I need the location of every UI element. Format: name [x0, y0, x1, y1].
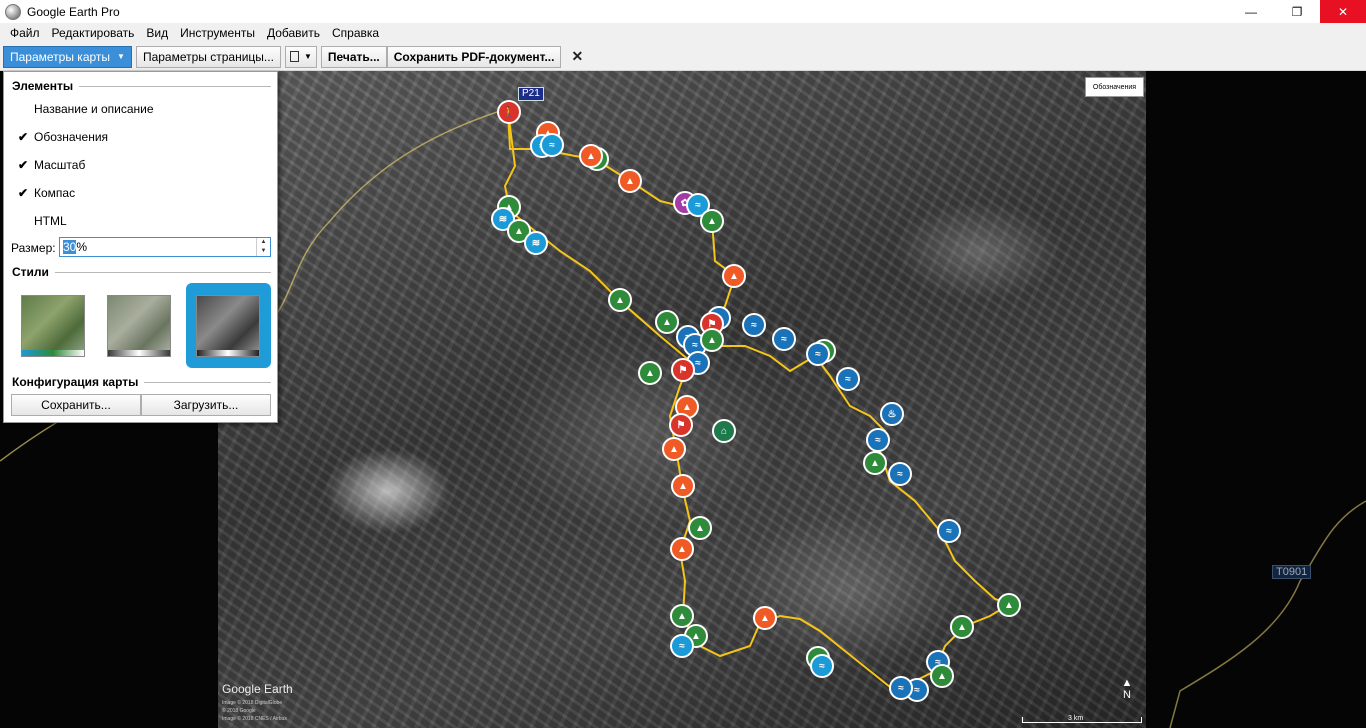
mountain-icon[interactable]: ▲ [618, 169, 642, 193]
minimize-button[interactable]: — [1228, 0, 1274, 23]
menu-help[interactable]: Справка [326, 23, 385, 43]
compass: ▲ N [1120, 677, 1134, 701]
print-button[interactable]: Печать... [320, 45, 387, 68]
style-thumb-bar [22, 350, 84, 356]
config-heading: Конфигурация карты [12, 375, 271, 389]
menu-bar: Файл Редактировать Вид Инструменты Добав… [0, 23, 1366, 43]
google-earth-icon [5, 3, 21, 20]
option-html[interactable]: HTML [34, 214, 67, 228]
mountain-icon[interactable]: ▲ [671, 474, 695, 498]
config-heading-text: Конфигурация карты [12, 375, 139, 389]
print-toolbar: Параметры карты ▼ Параметры страницы... … [0, 43, 1366, 71]
style-thumb-bar [108, 350, 170, 356]
google-earth-logo: Google Earth [222, 682, 293, 696]
water-icon[interactable]: ≈ [810, 654, 834, 678]
mountain-icon[interactable]: ▲ [753, 606, 777, 630]
option-title-description[interactable]: Название и описание [34, 102, 154, 116]
chevron-down-icon[interactable]: ▼ [257, 247, 270, 256]
camp-icon[interactable]: ▲ [638, 361, 662, 385]
water-icon[interactable]: ≈ [866, 428, 890, 452]
water-icon[interactable]: ≈ [670, 634, 694, 658]
camp-icon[interactable]: ▲ [700, 209, 724, 233]
print-label: Печать... [327, 49, 380, 64]
camp-icon[interactable]: ▲ [997, 593, 1021, 617]
chevron-up-icon[interactable]: ▲ [257, 238, 270, 247]
menu-edit[interactable]: Редактировать [46, 23, 141, 43]
window-title: Google Earth Pro [27, 4, 120, 19]
save-config-button[interactable]: Сохранить... [11, 394, 141, 416]
mountain-icon[interactable]: ▲ [722, 264, 746, 288]
save-pdf-label: Сохранить PDF-документ... [393, 49, 555, 64]
option-scale[interactable]: Масштаб [34, 158, 85, 172]
copyright-line: Image © 2018 CNES / Airbus [222, 716, 287, 722]
copyright-line: © 2018 Google [222, 708, 256, 714]
size-unit: % [76, 240, 88, 254]
camp-icon[interactable]: ▲ [950, 615, 974, 639]
option-legend[interactable]: Обозначения [34, 130, 108, 144]
save-pdf-button[interactable]: Сохранить PDF-документ... [386, 45, 562, 68]
menu-tools[interactable]: Инструменты [174, 23, 261, 43]
page-params-button[interactable]: Параметры страницы... [135, 45, 281, 68]
water-icon[interactable]: ≈ [888, 462, 912, 486]
copyright-line: Image © 2018 DigitalGlobe [222, 700, 283, 706]
page-params-label: Параметры страницы... [142, 49, 274, 64]
size-value: 30 [63, 240, 77, 254]
compass-arrow-icon: ▲ [1121, 677, 1133, 689]
size-label: Размер: [11, 241, 56, 255]
water-icon[interactable]: ≈ [937, 519, 961, 543]
check-icon: ✔ [18, 130, 29, 144]
mountain-icon[interactable]: ▲ [662, 437, 686, 461]
title-bar: Google Earth Pro — ❐ ✕ [0, 0, 1366, 23]
water-icon[interactable]: ≈ [742, 313, 766, 337]
water-icon[interactable]: ≈ [806, 342, 830, 366]
mountain-icon[interactable]: ▲ [579, 144, 603, 168]
map-params-button[interactable]: Параметры карты ▼ [3, 45, 132, 68]
size-spinner[interactable]: ▲ ▼ [256, 238, 270, 256]
page-icon [289, 51, 299, 62]
flag-icon[interactable]: ⚑ [669, 413, 693, 437]
style-thumb-bar [197, 350, 259, 356]
style-thumb-grayscale[interactable] [196, 295, 260, 357]
camp-icon[interactable]: ▲ [608, 288, 632, 312]
map-params-label: Параметры карты [10, 49, 111, 64]
water-icon[interactable]: ≈ [836, 367, 860, 391]
size-input[interactable]: 30% ▲ ▼ [59, 237, 271, 257]
close-print-toolbar-icon[interactable]: ✕ [571, 48, 583, 65]
check-icon: ✔ [18, 158, 29, 172]
water-icon[interactable]: ≈ [889, 676, 913, 700]
flag-icon[interactable]: ⚑ [671, 358, 695, 382]
menu-add[interactable]: Добавить [261, 23, 326, 43]
scale-label: 3 km [1068, 715, 1084, 722]
maximize-button[interactable]: ❐ [1274, 0, 1320, 23]
chevron-down-icon: ▼ [303, 52, 312, 61]
compass-label: N [1123, 689, 1131, 701]
page-orientation-button[interactable]: ▼ [284, 45, 317, 68]
elements-heading: Элементы [12, 79, 271, 93]
menu-view[interactable]: Вид [140, 23, 174, 43]
check-icon: ✔ [18, 186, 29, 200]
load-config-button[interactable]: Загрузить... [141, 394, 271, 416]
camp-icon[interactable]: ▲ [863, 451, 887, 475]
style-thumb-muted[interactable] [107, 295, 171, 357]
hot-spring-icon[interactable]: ♨ [880, 402, 904, 426]
menu-file[interactable]: Файл [4, 23, 46, 43]
water-icon[interactable]: ≈ [540, 133, 564, 157]
close-window-button[interactable]: ✕ [1320, 0, 1366, 23]
camp-icon[interactable]: ▲ [700, 328, 724, 352]
elements-heading-text: Элементы [12, 79, 74, 93]
swim-icon[interactable]: ≋ [524, 231, 548, 255]
water-icon[interactable]: ≈ [772, 327, 796, 351]
camp-icon[interactable]: ▲ [655, 310, 679, 334]
styles-heading: Стили [12, 265, 271, 279]
option-compass[interactable]: Компас [34, 186, 75, 200]
map-params-panel: Элементы Название и описание ✔ Обозначен… [3, 71, 278, 423]
chevron-down-icon: ▼ [117, 52, 125, 61]
hiker-icon[interactable]: 🚶 [497, 100, 521, 124]
camp-icon[interactable]: ▲ [930, 664, 954, 688]
style-thumb-color[interactable] [21, 295, 85, 357]
shelter-icon[interactable]: ⌂ [712, 419, 736, 443]
mountain-icon[interactable]: ▲ [670, 537, 694, 561]
camp-icon[interactable]: ▲ [688, 516, 712, 540]
styles-heading-text: Стили [12, 265, 49, 279]
